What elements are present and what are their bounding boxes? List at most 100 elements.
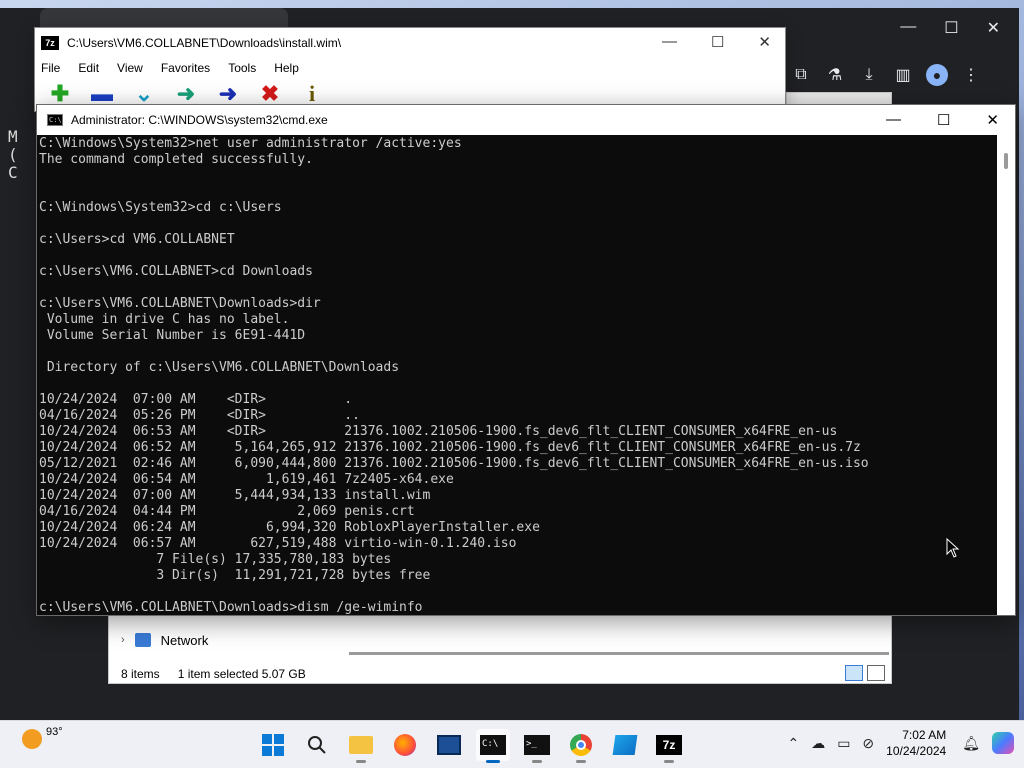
tiles-view-icon[interactable] — [867, 665, 885, 681]
menu-file[interactable]: File — [41, 61, 60, 75]
maximize-icon[interactable]: ☐ — [937, 111, 950, 129]
cmd-titlebar: C:\ Administrator: C:\WINDOWS\system32\c… — [37, 105, 1015, 135]
nav-item-network[interactable]: › Network — [109, 615, 259, 665]
maximize-icon[interactable]: ☐ — [711, 33, 724, 51]
console-line: 10/24/2024 07:00 AM <DIR> . — [39, 392, 353, 407]
chevron-right-icon[interactable]: › — [121, 634, 125, 646]
flag-icon — [612, 735, 638, 755]
menu-icon[interactable]: ⋮ — [960, 64, 982, 86]
sevenzip-logo-icon: 7z — [41, 36, 59, 50]
status-bar: 8 items 1 item selected 5.07 GB — [121, 667, 306, 681]
background-text: M ( C — [8, 128, 18, 182]
window-controls: — ☐ ✕ — [886, 111, 999, 129]
terminal-icon: >_ — [524, 735, 550, 755]
console-line: C:\Windows\System32>net user administrat… — [39, 136, 462, 151]
copilot-icon[interactable] — [992, 732, 1014, 754]
file-explorer-button[interactable] — [344, 729, 378, 763]
menu-help[interactable]: Help — [274, 61, 299, 75]
sidebar-icon[interactable]: ▥ — [892, 64, 914, 86]
sun-icon — [22, 729, 42, 749]
nav-item-label: Network — [160, 632, 209, 648]
folder-icon — [349, 736, 373, 754]
console-output[interactable]: C:\Windows\System32>net user administrat… — [39, 135, 999, 615]
terminal-button[interactable]: >_ — [520, 729, 554, 763]
firefox-icon — [394, 734, 416, 756]
menu-favorites[interactable]: Favorites — [161, 61, 210, 75]
console-line: The command completed successfully. — [39, 152, 313, 167]
console-line: 05/12/2021 02:46 AM 6,090,444,800 21376.… — [39, 456, 869, 471]
bg-text-line: ( — [8, 145, 18, 164]
close-icon[interactable]: ✕ — [986, 111, 999, 129]
console-line: 10/24/2024 06:53 AM <DIR> 21376.1002.210… — [39, 424, 838, 439]
sevenzip-window: 7z C:\Users\VM6.COLLABNET\Downloads\inst… — [34, 27, 786, 112]
console-line: 10/24/2024 06:54 AM 1,619,461 7z2405-x64… — [39, 472, 454, 487]
console-line: 10/24/2024 06:52 AM 5,164,265,912 21376.… — [39, 440, 861, 455]
chrome-icon — [570, 734, 592, 756]
mouse-pointer-icon — [946, 538, 960, 558]
console-line: c:\Users\VM6.COLLABNET\Downloads>dism /g… — [39, 600, 423, 615]
menu-bar: File Edit View Favorites Tools Help — [35, 58, 785, 78]
minimize-icon[interactable]: — — [900, 18, 916, 38]
window-controls: — ☐ ✕ — [662, 33, 771, 51]
extensions-icon[interactable]: ⧉ — [790, 64, 812, 86]
sevenzip-button[interactable]: 7z — [652, 729, 686, 763]
scrollbar-thumb[interactable] — [1004, 153, 1008, 169]
console-line: c:\Users\VM6.COLLABNET>cd Downloads — [39, 264, 313, 279]
terminal-icon: C:\ — [480, 735, 506, 755]
close-icon[interactable]: ✕ — [987, 18, 1000, 38]
console-line: 10/24/2024 06:57 AM 627,519,488 virtio-w… — [39, 536, 517, 551]
network-icon — [134, 633, 151, 647]
cloud-icon[interactable]: ☁ — [811, 735, 825, 752]
console-line: 10/24/2024 07:00 AM 5,444,934,133 instal… — [39, 488, 431, 503]
console-line: Volume in drive C has no label. — [39, 312, 290, 327]
console-line: 10/24/2024 06:24 AM 6,994,320 RobloxPlay… — [39, 520, 540, 535]
flag-app-button[interactable] — [608, 729, 642, 761]
console-line: C:\Windows\System32>cd c:\Users — [39, 200, 282, 215]
selection-info: 1 item selected 5.07 GB — [177, 667, 306, 681]
cmd-icon: C:\ — [47, 114, 63, 126]
menu-tools[interactable]: Tools — [228, 61, 256, 75]
file-explorer-window: › Network 8 items 1 item selected 5.07 G… — [108, 614, 892, 684]
monitor-icon — [437, 735, 461, 755]
start-button[interactable] — [256, 729, 290, 761]
minimize-icon[interactable]: — — [886, 111, 901, 129]
windows-logo-icon — [262, 734, 284, 756]
taskbar: 93° C:\ >_ 7z ⌃ ☁ ▭ ⊘ 7:02 AM 10/24/2024… — [0, 720, 1024, 768]
window-title: Administrator: C:\WINDOWS\system32\cmd.e… — [71, 113, 328, 127]
notification-bell-icon[interactable]: 🔔︎ — [962, 735, 980, 752]
console-line: 3 Dir(s) 11,291,721,728 bytes free — [39, 568, 431, 583]
labs-icon[interactable]: ⚗ — [824, 64, 846, 86]
weather-widget[interactable]: 93° — [22, 726, 63, 749]
menu-view[interactable]: View — [117, 61, 143, 75]
chevron-up-icon[interactable]: ⌃ — [787, 735, 799, 752]
horizontal-scrollbar[interactable] — [349, 652, 889, 655]
close-icon[interactable]: ✕ — [758, 33, 771, 51]
chrome-button[interactable] — [564, 729, 598, 763]
clock[interactable]: 7:02 AM 10/24/2024 — [886, 727, 946, 759]
menu-edit[interactable]: Edit — [78, 61, 99, 75]
search-icon — [308, 736, 326, 754]
minimize-icon[interactable]: — — [662, 33, 677, 51]
download-icon[interactable]: ⤓ — [858, 64, 880, 86]
search-button[interactable] — [300, 729, 334, 761]
clock-time: 7:02 AM — [902, 728, 947, 742]
console-line: Directory of c:\Users\VM6.COLLABNET\Down… — [39, 360, 400, 375]
vertical-scrollbar[interactable] — [997, 135, 1015, 615]
details-view-icon[interactable] — [845, 665, 863, 681]
task-manager-button[interactable] — [432, 729, 466, 761]
bg-text-line: C — [8, 163, 18, 182]
network-icon[interactable]: ▭ — [837, 735, 850, 752]
volume-icon[interactable]: ⊘ — [862, 735, 874, 752]
temperature: 93° — [46, 726, 63, 738]
system-tray: ⌃ ☁ ▭ ⊘ 7:02 AM 10/24/2024 🔔︎ — [787, 727, 1014, 759]
cmd-button[interactable]: C:\ — [476, 729, 510, 763]
firefox-button[interactable] — [388, 729, 422, 761]
maximize-icon[interactable]: ☐ — [944, 18, 958, 38]
chrome-toolbar: ⧉ ⚗ ⤓ ▥ ● ⋮ — [780, 60, 1020, 90]
profile-icon[interactable]: ● — [926, 64, 948, 86]
